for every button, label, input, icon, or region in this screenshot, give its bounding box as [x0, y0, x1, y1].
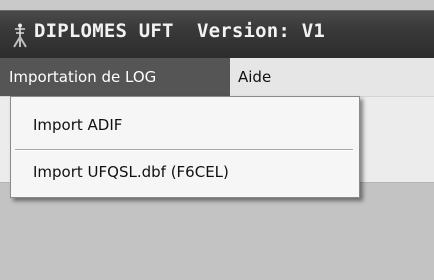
app-window: DIPLOMES UFT Version: V1 Importation de …	[0, 0, 434, 280]
menu-item-import-ufqsl[interactable]: Import UFQSL.dbf (F6CEL)	[11, 152, 359, 192]
title-bar[interactable]: DIPLOMES UFT Version: V1	[0, 10, 434, 59]
menu-importation-de-log[interactable]: Importation de LOG	[0, 58, 230, 96]
menu-item-import-adif[interactable]: Import ADIF	[11, 105, 359, 145]
dropdown-menu-importation: Import ADIF Import UFQSL.dbf (F6CEL)	[10, 96, 360, 198]
window-title: DIPLOMES UFT Version: V1	[34, 20, 325, 42]
antenna-icon	[10, 23, 30, 49]
menu-separator	[15, 149, 353, 151]
menu-aide[interactable]: Aide	[238, 58, 271, 96]
menu-bar: Importation de LOG Aide	[0, 58, 434, 97]
